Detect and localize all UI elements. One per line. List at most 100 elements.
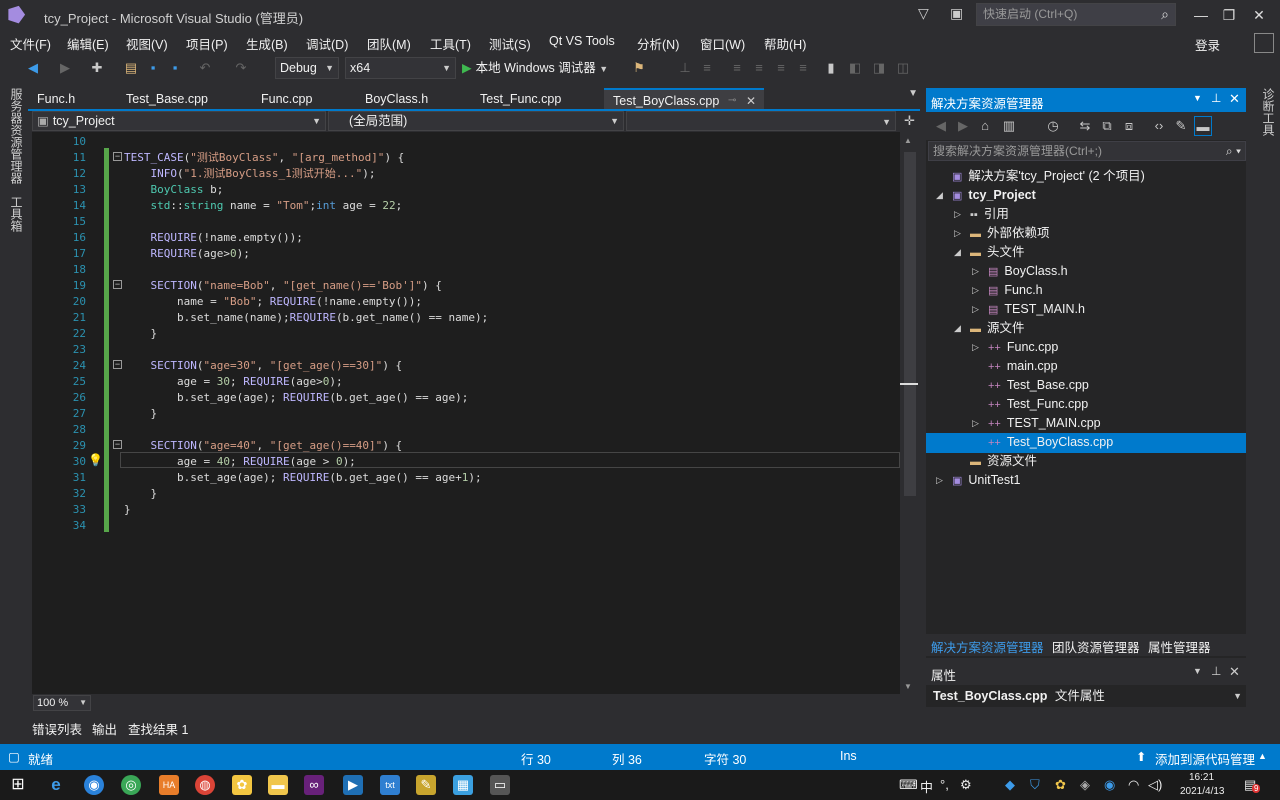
tab-property-manager[interactable]: 属性管理器 (1148, 637, 1211, 656)
feedback-icon[interactable]: ▣ (950, 5, 963, 22)
tree-item[interactable]: ▷ ▬ 外部依赖项 (954, 224, 1050, 243)
config-dropdown[interactable]: Debug ▼ (275, 57, 339, 79)
pin-icon[interactable]: ⊥ (1211, 91, 1221, 105)
fold-toggle[interactable]: − (113, 280, 122, 289)
view-code-icon[interactable]: ‹› (1150, 116, 1168, 136)
code-line[interactable]: b.set_age(age); REQUIRE(b.get_age() == a… (124, 470, 482, 486)
expanded-arrow-icon[interactable]: ◢ (936, 186, 943, 205)
history-icon[interactable]: ◷ (1044, 116, 1062, 136)
menu-help[interactable]: 帮助(H) (764, 34, 806, 53)
tree-item[interactable]: ++ Test_BoyClass.cpp (988, 433, 1113, 452)
properties-icon[interactable]: ✎ (1172, 116, 1190, 136)
bookmark-icon[interactable]: ▮ (822, 58, 840, 78)
start-debugging-button[interactable]: ▶ 本地 Windows 调试器 ▼ (462, 57, 608, 76)
expand-arrow-icon[interactable]: ▷ (972, 281, 979, 300)
code-editor[interactable] (32, 132, 900, 694)
fold-toggle[interactable]: − (113, 152, 122, 161)
account-avatar-icon[interactable] (1254, 33, 1274, 53)
attach-icon[interactable]: ⚑ (630, 58, 648, 78)
code-line[interactable]: } (124, 326, 157, 342)
project-dropdown[interactable]: ▣ tcy_Project ▼ (32, 111, 326, 131)
shield-icon[interactable]: ⛉ (1030, 777, 1040, 793)
close-button[interactable]: ✕ (1246, 4, 1272, 26)
tree-item[interactable]: ++ Test_Base.cpp (988, 376, 1089, 395)
code-line[interactable]: name = "Bob"; REQUIRE(!name.empty()); (124, 294, 422, 310)
tab-team-explorer[interactable]: 团队资源管理器 (1052, 637, 1140, 656)
app-icon[interactable]: ◉ (84, 775, 104, 795)
expand-arrow-icon[interactable]: ▷ (972, 338, 979, 357)
keyboard-icon[interactable]: ⌨ (899, 777, 918, 793)
member-dropdown[interactable]: ▼ (626, 111, 896, 131)
split-icon[interactable]: ✛ (904, 113, 915, 129)
menu-analyze[interactable]: 分析(N) (637, 34, 679, 53)
expanded-arrow-icon[interactable]: ◢ (954, 243, 961, 262)
code-line[interactable]: } (124, 406, 157, 422)
settings-icon[interactable]: ⚙ (960, 777, 972, 793)
menu-edit[interactable]: 编辑(E) (67, 34, 109, 53)
code-line[interactable]: SECTION("age=30", "[get_age()==30]") { (124, 358, 403, 374)
panel-menu-icon[interactable]: ▼ (1193, 666, 1202, 676)
tray-app-icon[interactable]: ◆ (1005, 777, 1015, 793)
expand-arrow-icon[interactable]: ▷ (972, 262, 979, 281)
code-line[interactable]: b.set_age(age); REQUIRE(b.get_age() == a… (124, 390, 468, 406)
browser-icon[interactable]: ◎ (121, 775, 141, 795)
sign-in-link[interactable]: 登录 (1195, 35, 1220, 54)
undo-icon[interactable]: ↶ (196, 58, 214, 78)
back-icon[interactable]: ◀ (932, 116, 950, 136)
tree-item[interactable]: ▣ 解决方案'tcy_Project' (2 个项目) (952, 167, 1145, 186)
tab-solution-explorer[interactable]: 解决方案资源管理器 (931, 637, 1044, 656)
tab-find-results[interactable]: 查找结果 1 (128, 719, 188, 738)
tree-item[interactable]: ◢ ▬ 源文件 (954, 319, 1025, 338)
pin-icon[interactable]: ⊥ (1211, 664, 1221, 678)
code-line[interactable]: SECTION("age=40", "[get_age()==40]") { (124, 438, 403, 454)
home-icon[interactable]: ⌂ (976, 116, 994, 136)
tree-item[interactable]: ▬ 资源文件 (970, 452, 1037, 471)
edge-browser-icon[interactable]: e (46, 775, 66, 795)
outdent-icon[interactable]: ≡ (750, 58, 768, 78)
toolbox-tab[interactable]: 工具箱 (8, 196, 25, 232)
menu-qt-vs-tools[interactable]: Qt VS Tools (549, 34, 615, 48)
clear-bookmarks-icon[interactable]: ◫ (894, 58, 912, 78)
tab-func-cpp[interactable]: Func.cpp (252, 88, 356, 110)
scroll-down-icon[interactable]: ▼ (904, 682, 912, 691)
tab-test-func-cpp[interactable]: Test_Func.cpp (471, 88, 603, 110)
horizontal-scrollbar[interactable] (32, 694, 900, 712)
window-app-icon[interactable]: ▭ (490, 775, 510, 795)
code-line[interactable]: std::string name = "Tom";int age = 22; (124, 198, 403, 214)
quick-launch-input[interactable]: 快速启动 (Ctrl+Q) ⌕ (976, 3, 1176, 26)
file-explorer-icon[interactable]: ▬ (268, 775, 288, 795)
forward-icon[interactable]: ▶ (56, 58, 74, 78)
platform-dropdown[interactable]: x64 ▼ (345, 57, 456, 79)
code-line[interactable]: REQUIRE(!name.empty()); (124, 230, 303, 246)
chrome-icon[interactable]: ◍ (195, 775, 215, 795)
tab-func-h[interactable]: Func.h (28, 88, 117, 110)
redo-icon[interactable]: ↷ (232, 58, 250, 78)
text-app-icon[interactable]: txt (380, 775, 400, 795)
photos-icon[interactable]: ▦ (453, 775, 473, 795)
tray-app-icon[interactable]: ◈ (1080, 777, 1090, 793)
diagnostic-tools-tab[interactable]: 诊断工具 (1260, 88, 1277, 136)
switch-views-icon[interactable]: ▥ (1000, 116, 1018, 136)
wifi-icon[interactable]: ◠ (1128, 777, 1139, 793)
fold-toggle[interactable]: − (113, 440, 122, 449)
tree-item[interactable]: ▷ ++ Func.cpp (972, 338, 1058, 357)
expand-arrow-icon[interactable]: ▷ (972, 414, 979, 433)
code-line[interactable]: INFO("1.测试BoyClass_1测试开始..."); (124, 166, 376, 182)
tray-app-icon[interactable]: ◉ (1104, 777, 1115, 793)
scroll-up-icon[interactable]: ▲ (904, 136, 912, 145)
back-icon[interactable]: ◀ (24, 58, 42, 78)
menu-build[interactable]: 生成(B) (246, 34, 288, 53)
filter-icon[interactable]: ▽ (918, 5, 929, 22)
tab-test-base-cpp[interactable]: Test_Base.cpp (117, 88, 252, 110)
save-all-icon[interactable]: ▪ (166, 58, 184, 78)
tree-item[interactable]: ▷ ▤ Func.h (972, 281, 1043, 300)
tab-output[interactable]: 输出 (92, 719, 117, 738)
volume-icon[interactable]: ◁) (1148, 777, 1162, 793)
next-bookmark-icon[interactable]: ◨ (870, 58, 888, 78)
code-line[interactable]: age = 40; REQUIRE(age > 0); (124, 454, 356, 470)
tree-item[interactable]: ▷ ▤ BoyClass.h (972, 262, 1068, 281)
indent-icon[interactable]: ≡ (728, 58, 746, 78)
scope-dropdown[interactable]: (全局范围) ▼ (328, 111, 624, 131)
step-over-icon[interactable]: ≡ (698, 58, 716, 78)
code-line[interactable]: } (124, 486, 157, 502)
